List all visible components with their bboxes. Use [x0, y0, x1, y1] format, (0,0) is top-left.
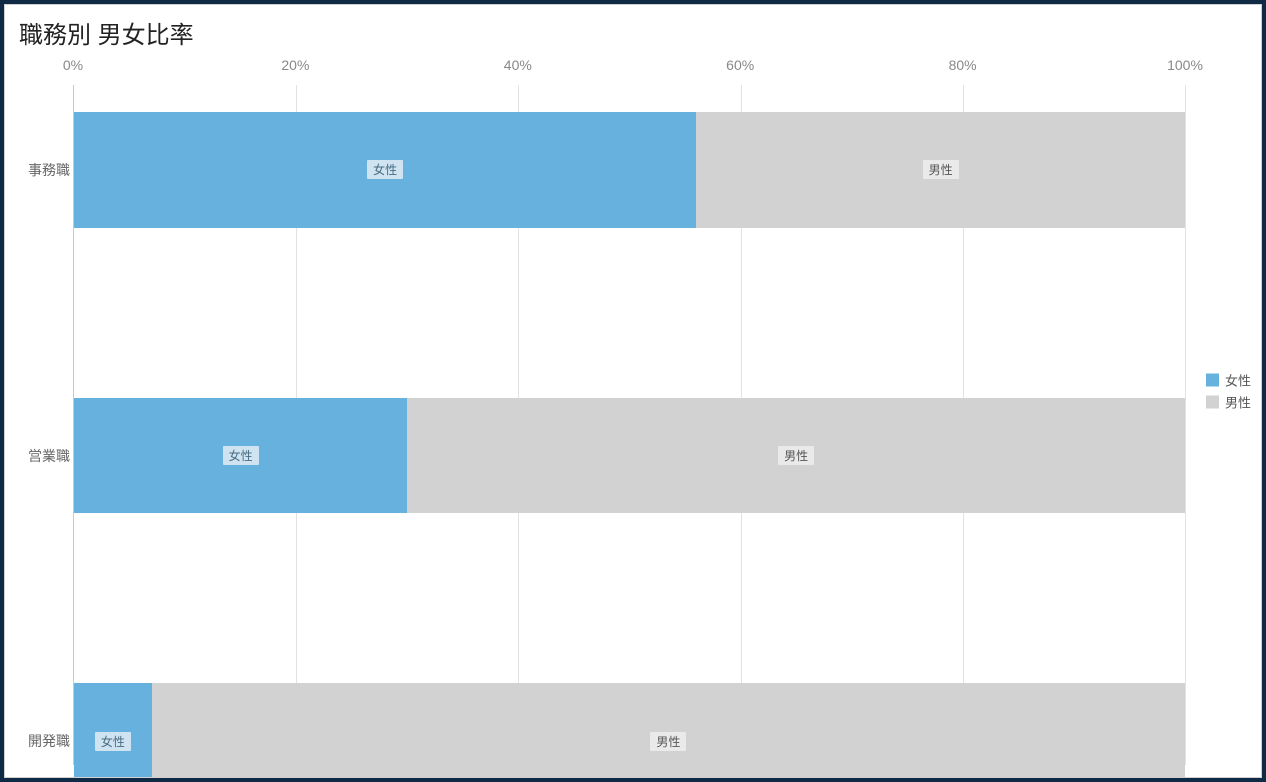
bar-sales-male[interactable]: 男性: [407, 398, 1185, 514]
bar-office-female[interactable]: 女性: [74, 112, 696, 228]
segment-label-male: 男性: [778, 446, 814, 465]
bar-sales-female[interactable]: 女性: [74, 398, 407, 514]
bar-row-sales: 営業職 女性 男性: [74, 398, 1185, 514]
legend-item-male[interactable]: 男性: [1206, 393, 1251, 412]
tick-80: 80%: [949, 57, 977, 73]
legend-label-male: 男性: [1225, 393, 1251, 412]
legend: 女性 男性: [1206, 368, 1251, 415]
gridline-100: [1185, 85, 1186, 765]
plot-area: 0% 20% 40% 60% 80% 100% 事務職 女性: [73, 57, 1185, 765]
tick-60: 60%: [726, 57, 754, 73]
bars-wrap: 事務職 女性 男性 営業職 女性 男性: [73, 85, 1185, 765]
bar-row-dev: 開発職 女性 男性: [74, 683, 1185, 778]
tick-0: 0%: [63, 57, 83, 73]
legend-item-female[interactable]: 女性: [1206, 371, 1251, 390]
chart-card: 職務別 男女比率 0% 20% 40% 60% 80% 100%: [4, 4, 1262, 778]
legend-swatch-female: [1206, 374, 1219, 387]
legend-label-female: 女性: [1225, 371, 1251, 390]
category-label-office: 事務職: [20, 160, 70, 180]
segment-label-female: 女性: [95, 732, 131, 751]
bar-office-male[interactable]: 男性: [696, 112, 1185, 228]
segment-label-male: 男性: [650, 732, 686, 751]
tick-100: 100%: [1167, 57, 1203, 73]
x-axis-ticks: 0% 20% 40% 60% 80% 100%: [73, 57, 1185, 85]
legend-swatch-male: [1206, 396, 1219, 409]
category-label-dev: 開発職: [20, 731, 70, 751]
segment-label-female: 女性: [223, 446, 259, 465]
category-label-sales: 営業職: [20, 446, 70, 466]
bar-dev-female[interactable]: 女性: [74, 683, 152, 778]
tick-20: 20%: [281, 57, 309, 73]
bar-dev-male[interactable]: 男性: [152, 683, 1185, 778]
segment-label-female: 女性: [367, 160, 403, 179]
chart-title: 職務別 男女比率: [19, 15, 194, 50]
bar-row-office: 事務職 女性 男性: [74, 112, 1185, 228]
segment-label-male: 男性: [923, 160, 959, 179]
tick-40: 40%: [504, 57, 532, 73]
